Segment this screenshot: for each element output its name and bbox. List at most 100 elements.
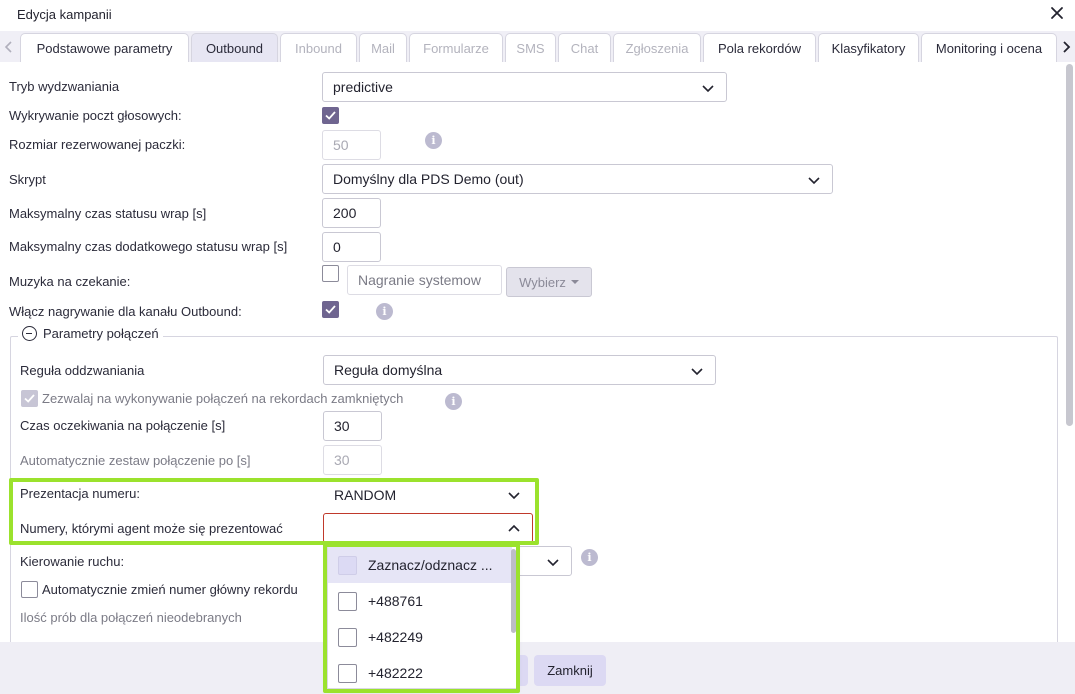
connection-params-title: Parametry połączeń: [43, 326, 159, 341]
allow-closed-checkbox[interactable]: [21, 390, 38, 407]
caret-down-icon: [570, 280, 579, 284]
max-wrap-value: 200: [333, 205, 357, 221]
dialog-titlebar: Edycja kampanii: [0, 0, 1075, 31]
info-icon[interactable]: i: [581, 549, 598, 566]
hold-music-input[interactable]: Nagranie systemow: [347, 265, 502, 295]
agent-numbers-select[interactable]: [323, 513, 533, 543]
connection-params-legend[interactable]: Parametry połączeń: [18, 326, 163, 341]
tab-label: Monitoring i ocena: [935, 40, 1043, 56]
voicemail-detection-checkbox[interactable]: [322, 107, 339, 124]
max-extra-wrap-value: 0: [333, 239, 341, 255]
option-checkbox[interactable]: [338, 555, 357, 575]
max-wrap-label: Maksymalny czas statusu wrap [s]: [9, 206, 207, 221]
tab-label: Formularze: [423, 40, 489, 56]
tab-bar: Podstawowe parametry Outbound Inbound Ma…: [0, 31, 1075, 62]
agent-numbers-label: Numery, którymi agent może się prezentow…: [20, 521, 283, 536]
reserved-batch-value: 50: [333, 137, 349, 153]
scrollbar-thumb[interactable]: [1066, 64, 1073, 426]
tab-mail[interactable]: Mail: [359, 33, 407, 62]
option-label: +482222: [368, 665, 423, 681]
number-presentation-select[interactable]: RANDOM: [323, 481, 533, 508]
tab-label: Zgłoszenia: [625, 40, 689, 56]
dropdown-scrollbar[interactable]: [511, 549, 516, 633]
option-label: +488761: [368, 593, 423, 609]
allow-closed-label: Zezwalaj na wykonywanie połączeń na reko…: [42, 391, 404, 406]
dial-mode-value: predictive: [333, 79, 393, 95]
tab-scroll-left-icon[interactable]: [0, 31, 18, 62]
dialog-title: Edycja kampanii: [17, 7, 112, 22]
callback-rule-select[interactable]: Reguła domyślna: [323, 355, 716, 385]
close-icon[interactable]: [1047, 3, 1067, 23]
tab-label: Outbound: [205, 40, 264, 56]
max-extra-wrap-input[interactable]: 0: [322, 232, 381, 262]
hold-music-value: Nagranie systemow: [358, 272, 481, 288]
tab-scroll-right-icon[interactable]: [1057, 31, 1075, 62]
auto-change-main-label: Automatycznie zmień numer główny rekordu: [42, 582, 298, 597]
dial-mode-select[interactable]: predictive: [322, 72, 727, 102]
tab-label: Klasyfikatory: [831, 40, 906, 56]
tab-label: Mail: [371, 40, 395, 56]
chevron-down-icon: [691, 368, 703, 376]
wait-time-input[interactable]: 30: [323, 411, 382, 441]
number-option[interactable]: +488761: [328, 583, 512, 619]
info-icon[interactable]: i: [376, 303, 393, 320]
option-label: +482249: [368, 629, 423, 645]
tab-klasyfikatory[interactable]: Klasyfikatory: [818, 33, 919, 62]
option-checkbox[interactable]: [338, 627, 357, 647]
callback-rule-value: Reguła domyślna: [334, 362, 443, 378]
auto-connect-value: 30: [334, 452, 350, 468]
reserved-batch-input[interactable]: 50: [322, 130, 381, 160]
tab-sms[interactable]: SMS: [505, 33, 556, 62]
record-outbound-checkbox[interactable]: [322, 301, 339, 318]
option-checkbox[interactable]: [338, 591, 357, 611]
auto-change-main-checkbox[interactable]: [21, 581, 38, 598]
number-presentation-label: Prezentacja numeru:: [20, 486, 140, 501]
chevron-down-icon: [547, 559, 559, 567]
script-select[interactable]: Domyślny dla PDS Demo (out): [322, 164, 833, 194]
tab-zgloszenia[interactable]: Zgłoszenia: [613, 33, 701, 62]
tab-pola-rekordow[interactable]: Pola rekordów: [703, 33, 816, 62]
chevron-down-icon: [508, 492, 520, 500]
tab-inbound[interactable]: Inbound: [280, 33, 357, 62]
number-option[interactable]: +482222: [328, 655, 512, 688]
hold-music-label: Muzyka na czekanie:: [9, 274, 131, 289]
max-extra-wrap-label: Maksymalny czas dodatkowego statusu wrap…: [9, 239, 288, 254]
tab-monitoring-i-ocena[interactable]: Monitoring i ocena: [921, 33, 1057, 62]
close-button[interactable]: Zamknij: [534, 655, 606, 686]
max-wrap-input[interactable]: 200: [322, 198, 381, 228]
option-checkbox[interactable]: [338, 663, 357, 683]
reserved-batch-label: Rozmiar rezerwowanej paczki:: [9, 137, 186, 152]
tab-podstawowe-parametry[interactable]: Podstawowe parametry: [20, 33, 189, 62]
wait-time-label: Czas oczekiwania na połączenie [s]: [20, 418, 226, 433]
close-button-label: Zamknij: [547, 663, 593, 678]
number-option[interactable]: +482249: [328, 619, 512, 655]
script-value: Domyślny dla PDS Demo (out): [333, 171, 524, 187]
script-label: Skrypt: [9, 172, 46, 187]
auto-connect-input[interactable]: 30: [323, 445, 382, 475]
tab-label: SMS: [516, 40, 545, 56]
chevron-down-icon: [702, 85, 714, 93]
wait-time-value: 30: [334, 418, 350, 434]
choose-button[interactable]: Wybierz: [506, 267, 592, 297]
tab-label: Pola rekordów: [717, 40, 802, 56]
tab-outbound[interactable]: Outbound: [191, 33, 278, 62]
info-icon[interactable]: i: [445, 393, 462, 410]
tab-label: Podstawowe parametry: [36, 40, 173, 56]
hold-music-checkbox[interactable]: [322, 265, 339, 282]
info-icon[interactable]: i: [425, 132, 442, 149]
select-all-option[interactable]: Zaznacz/odznacz ...: [328, 547, 512, 583]
voicemail-detection-label: Wykrywanie poczt głosowych:: [9, 108, 182, 123]
record-outbound-label: Włącz nagrywanie dla kanału Outbound:: [9, 304, 242, 319]
option-label: Zaznacz/odznacz ...: [368, 557, 493, 573]
tab-label: Inbound: [295, 40, 342, 56]
choose-button-label: Wybierz: [519, 274, 566, 290]
callback-rule-label: Reguła oddzwaniania: [20, 363, 145, 378]
chevron-down-icon: [808, 177, 820, 185]
traffic-routing-label: Kierowanie ruchu:: [20, 554, 125, 569]
tab-formularze[interactable]: Formularze: [409, 33, 503, 62]
retry-unanswered-label: Ilość prób dla połączeń nieodebranych: [20, 610, 242, 625]
agent-numbers-dropdown: Zaznacz/odznacz ... +488761 +482249 +482…: [327, 546, 517, 689]
collapse-icon[interactable]: [22, 326, 37, 341]
chevron-up-icon: [508, 524, 520, 532]
tab-chat[interactable]: Chat: [558, 33, 611, 62]
